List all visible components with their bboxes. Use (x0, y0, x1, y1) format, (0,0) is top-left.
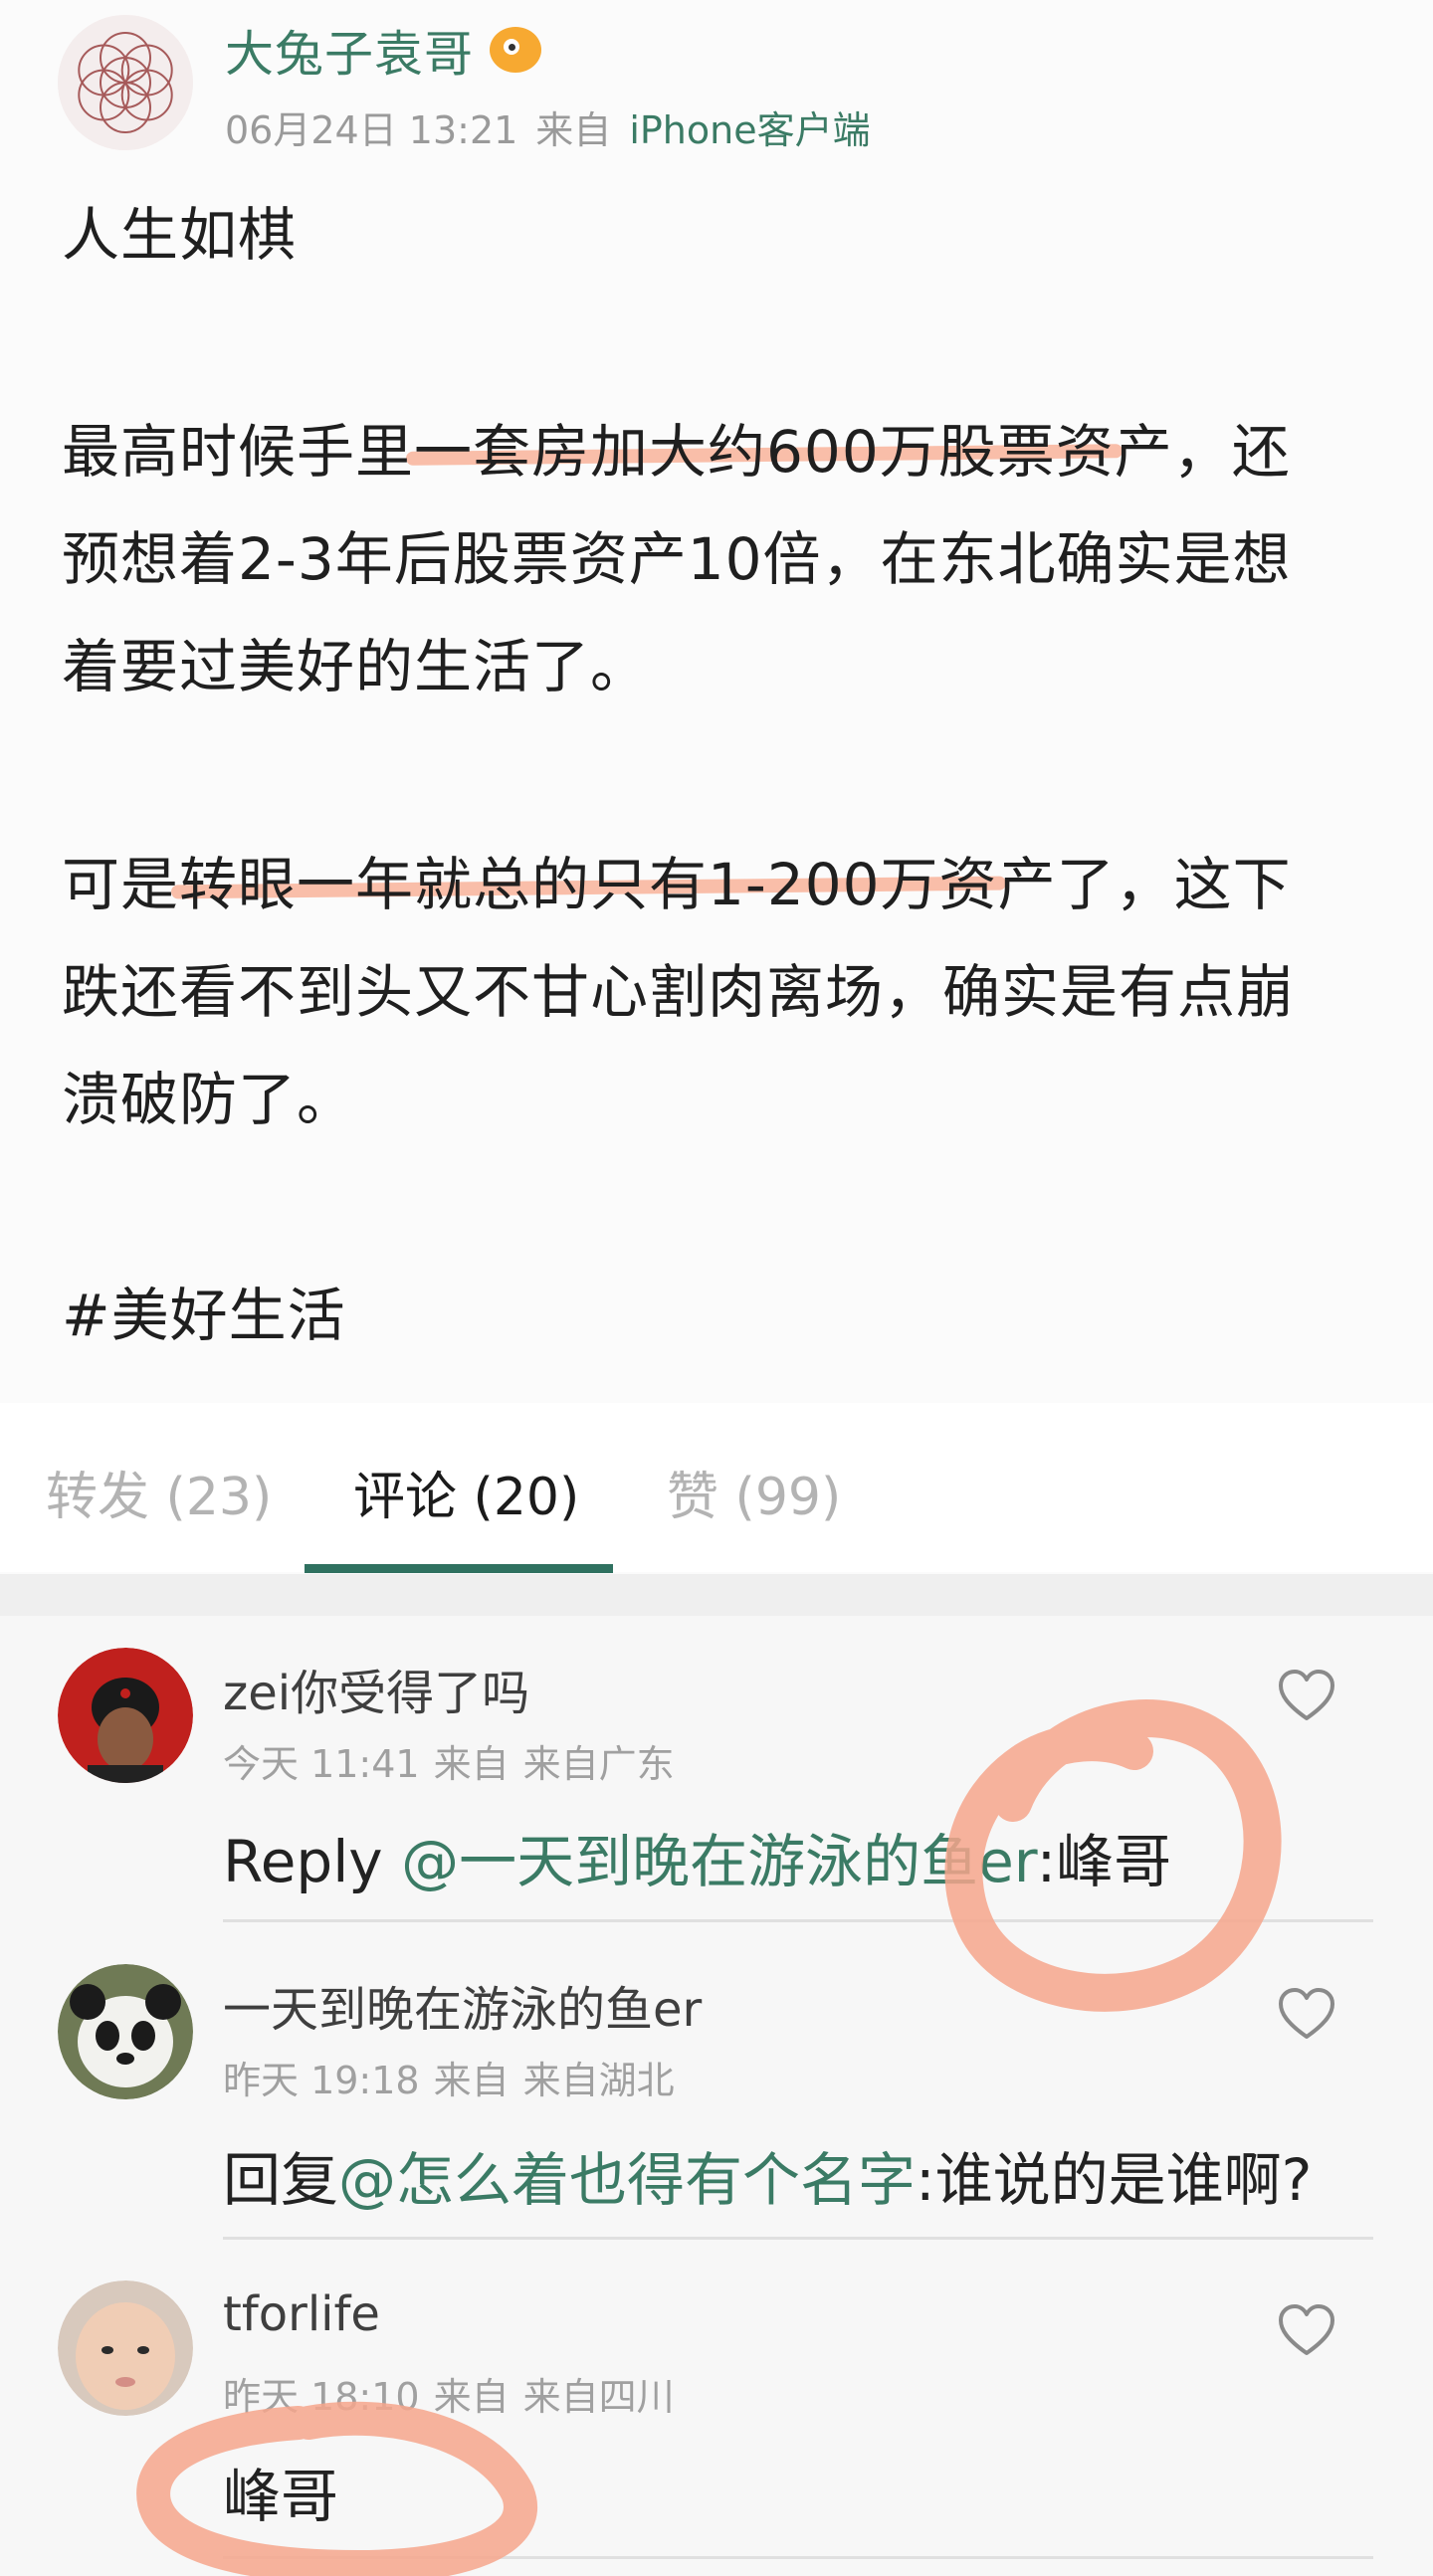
comment-location: 来自湖北 (522, 2059, 675, 2102)
tab-repost[interactable]: 转发 (23) (46, 1455, 272, 1529)
comment-time: 昨天 18:10 (223, 2375, 420, 2419)
comment-time: 昨天 19:18 (223, 2059, 420, 2102)
like-heart-icon[interactable] (1277, 1986, 1336, 2042)
from-label: 来自 (433, 2375, 510, 2419)
post-paragraph-3: 可是转眼一年就总的只有1-200万资产了，这下 跌还看不到头又不甘心割肉离场，确… (62, 831, 1385, 1153)
post-source[interactable]: iPhone客户端 (629, 99, 870, 154)
comment-text-suffix: :谁说的是谁啊? (916, 2146, 1313, 2214)
post-text: 人生如棋 (62, 201, 298, 269)
commenter-avatar[interactable] (58, 2280, 193, 2416)
post-line: 跌还看不到头又不甘心割肉离场，确实是有点崩 (62, 958, 1296, 1026)
post-paragraph-1: 人生如棋 (62, 181, 1385, 289)
panda-avatar-image (58, 1964, 193, 2099)
baby-avatar-image (58, 2280, 193, 2416)
commenter-name[interactable]: tforlife (223, 2286, 380, 2342)
mention-link[interactable]: @一天到晚在游泳的鱼er (401, 1828, 1037, 1895)
tab-bar: 转发 (23) 评论 (20) 赞 (99) (0, 1403, 1433, 1573)
post-text: 产了，这下 (997, 851, 1292, 918)
post-hashtag[interactable]: #美好生活 (62, 1262, 1385, 1369)
comment-location: 来自四川 (522, 2375, 675, 2419)
post-text: 最高时候手里 (62, 418, 415, 486)
comment-text-prefix: Reply (223, 1828, 402, 1895)
post-line: 最高时候手里一套房加大约600万股票资产，还 (62, 398, 1385, 505)
post-line: 溃破防了。 (62, 1066, 356, 1133)
section-divider (0, 1574, 1433, 1616)
post-line: 预想着2-3年后股票资产10倍，在东北确实是想 (62, 525, 1292, 593)
comment-text: 回复@怎么着也得有个名字:谁说的是谁啊? (223, 2133, 1312, 2217)
author-name[interactable]: 大兔子袁哥 (225, 15, 474, 86)
comment-text: Reply @一天到晚在游泳的鱼er:峰哥 (223, 1815, 1171, 1898)
comment-meta: 昨天 19:18 来自 来自湖北 (223, 2050, 675, 2104)
commenter-avatar[interactable] (58, 1964, 193, 2099)
commenter-name[interactable]: 一天到晚在游泳的鱼er (223, 1970, 702, 2040)
highlighted-text: 转眼一年就总的只有1-200万资 (179, 851, 998, 918)
author-avatar[interactable] (58, 15, 193, 150)
comment-meta: 昨天 18:10 来自 来自四川 (223, 2366, 675, 2421)
comment-separator (223, 2237, 1373, 2240)
highlighted-text: 一套房加大约600万股票资 (414, 418, 1115, 486)
comment-list: zei你受得了吗 今天 11:41 来自 来自广东 Reply @一天到晚在游泳… (0, 1616, 1433, 2576)
from-label: 来自 (535, 108, 612, 152)
author-row: 大兔子袁哥 (225, 18, 542, 83)
comment-time: 今天 11:41 (223, 1742, 420, 1786)
avatar-image (58, 1648, 193, 1783)
flower-logo-icon (58, 15, 193, 150)
comment-separator (223, 2556, 1373, 2559)
post-meta: 06月24日 13:21 来自 iPhone客户端 (225, 99, 871, 154)
comment-text-prefix: 回复 (223, 2146, 339, 2214)
mention-link[interactable]: @怎么着也得有个名字 (338, 2146, 916, 2214)
commenter-name[interactable]: zei你受得了吗 (223, 1654, 529, 1723)
comment-location: 来自广东 (522, 1742, 675, 1786)
post-time: 06月24日 13:21 (225, 108, 518, 152)
post-line: 可是转眼一年就总的只有1-200万资产了，这下 (62, 831, 1385, 938)
comment-text: 峰哥 (223, 2450, 338, 2533)
from-label: 来自 (433, 2059, 510, 2102)
post-text: 可是 (62, 851, 180, 918)
from-label: 来自 (433, 1742, 510, 1786)
comment-text-prefix: 峰哥 (223, 2463, 339, 2530)
like-heart-icon[interactable] (1277, 2302, 1336, 2358)
like-heart-icon[interactable] (1277, 1668, 1336, 1723)
post-line: 着要过美好的生活了。 (62, 633, 650, 700)
hashtag-text[interactable]: #美好生活 (62, 1282, 346, 1349)
comment-meta: 今天 11:41 来自 来自广东 (223, 1733, 675, 1788)
comment-text-suffix: :峰哥 (1036, 1828, 1172, 1895)
post-text: 产，还 (1114, 418, 1291, 486)
puffer-fish-badge-icon (490, 27, 542, 73)
commenter-avatar[interactable] (58, 1648, 193, 1783)
tab-comments[interactable]: 评论 (20) (353, 1455, 579, 1529)
comment-separator (223, 1919, 1373, 1922)
post-paragraph-2: 最高时候手里一套房加大约600万股票资产，还 预想着2-3年后股票资产10倍，在… (62, 398, 1385, 720)
active-tab-indicator (305, 1564, 613, 1573)
tab-likes[interactable]: 赞 (99) (667, 1455, 841, 1529)
